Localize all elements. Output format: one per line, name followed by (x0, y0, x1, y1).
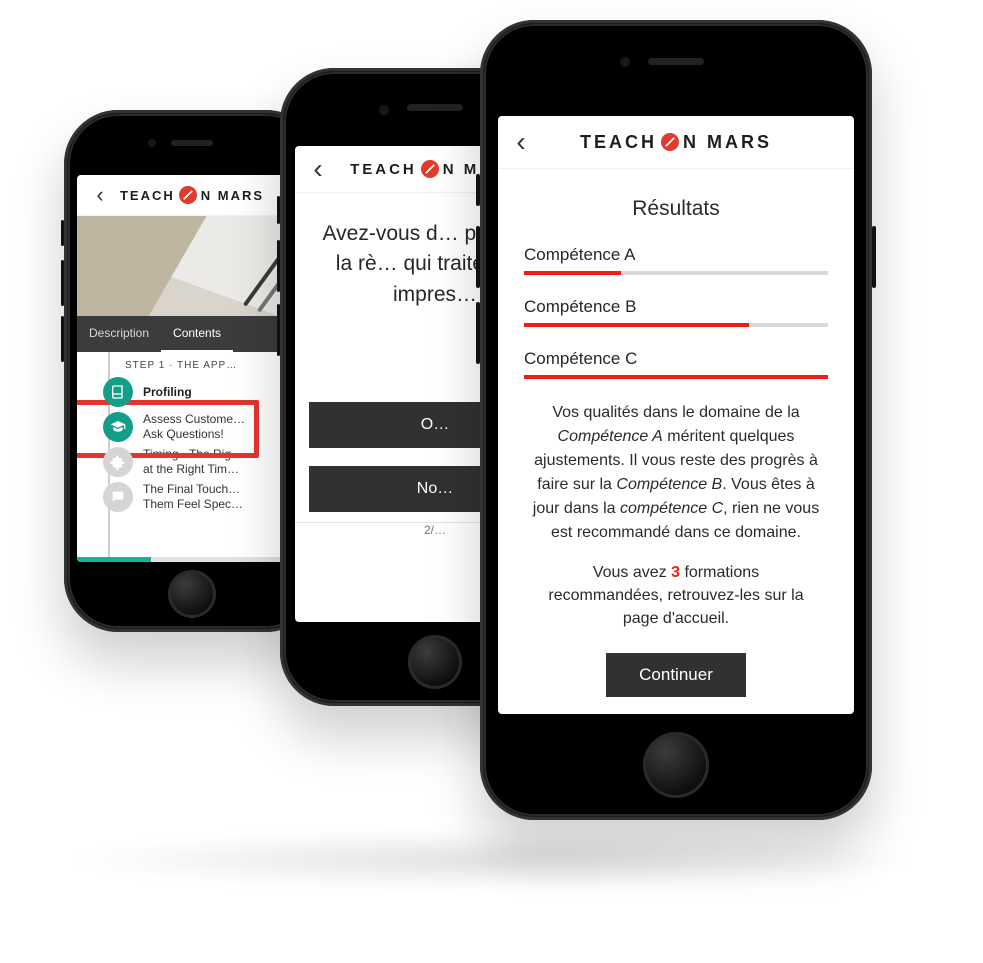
back-button[interactable]: ‹ (506, 128, 536, 156)
competence-progress (524, 271, 828, 275)
phone-results: ‹ TEACH N MARS Résultats Compétence A Co… (480, 20, 872, 820)
home-button[interactable] (643, 732, 709, 798)
app-header: ‹ TEACH N MARS (77, 175, 307, 216)
back-button[interactable]: ‹ (85, 184, 115, 206)
brand-logo: TEACH N MARS (115, 186, 269, 204)
timeline-item[interactable]: Timing - The Rig… at the Right Tim… (103, 447, 307, 477)
back-button[interactable]: ‹ (303, 155, 333, 183)
tab-contents[interactable]: Contents (161, 316, 233, 352)
continue-button[interactable]: Continuer (606, 653, 746, 697)
course-progress-bar (77, 557, 307, 562)
timeline-item[interactable]: Profiling (103, 377, 307, 407)
course-tabs: Description Contents (77, 316, 307, 352)
results-recommendation: Vous avez 3 formations recommandées, ret… (498, 545, 854, 631)
timeline-label: Profiling (143, 385, 192, 400)
competence-label: Compétence B (524, 297, 828, 317)
chat-icon (103, 482, 133, 512)
competence-label: Compétence C (524, 349, 828, 369)
home-button[interactable] (408, 635, 462, 689)
books-icon (103, 377, 133, 407)
competence-label: Compétence A (524, 245, 828, 265)
timeline-item[interactable]: The Final Touch… Them Feel Spec… (103, 482, 307, 512)
mars-icon (421, 160, 439, 178)
floor-shadow (60, 830, 923, 890)
cap-icon (103, 412, 133, 442)
course-timeline: STEP 1 · THE APP… Profiling Assess Custo… (77, 352, 307, 562)
home-button[interactable] (168, 570, 216, 618)
competence-progress (524, 323, 828, 327)
course-hero-image (77, 216, 307, 316)
results-feedback: Vos qualités dans le domaine de la Compé… (498, 401, 854, 545)
competence-row: Compétence A (498, 245, 854, 275)
app-header: ‹ TEACH N MARS (498, 116, 854, 169)
mars-icon (661, 133, 679, 151)
results-title: Résultats (498, 197, 854, 221)
timeline-item[interactable]: Assess Custome… Ask Questions! (103, 412, 307, 442)
timeline-label: Timing - The Rig… at the Right Tim… (143, 447, 243, 477)
competence-row: Compétence C (498, 349, 854, 379)
timeline-label: Assess Custome… Ask Questions! (143, 412, 245, 442)
brand-logo: TEACH N MARS (536, 132, 816, 153)
mars-icon (179, 186, 197, 204)
timeline-label: The Final Touch… Them Feel Spec… (143, 482, 243, 512)
competence-row: Compétence B (498, 297, 854, 327)
tab-description[interactable]: Description (77, 316, 161, 352)
competence-progress (524, 375, 828, 379)
puzzle-icon (103, 447, 133, 477)
